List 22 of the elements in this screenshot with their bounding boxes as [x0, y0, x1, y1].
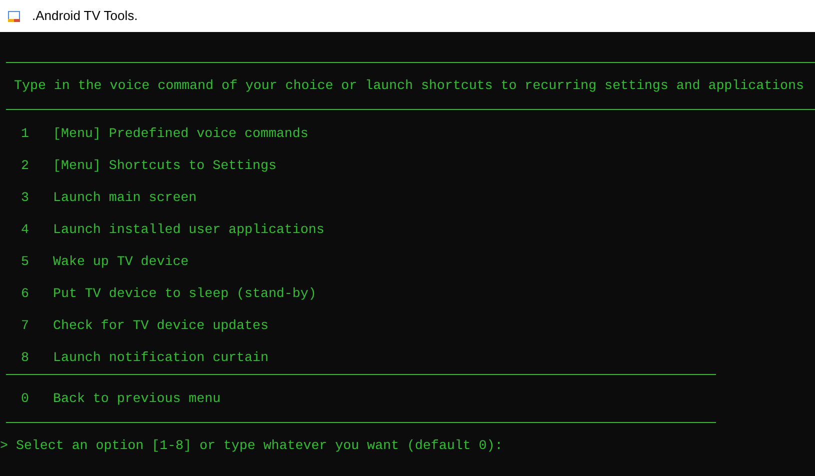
option-label: [Menu] Shortcuts to Settings	[53, 157, 276, 176]
option-label: Launch notification curtain	[53, 349, 268, 368]
option-number: 3	[21, 189, 30, 208]
header-text: Type in the voice command of your choice or launch shortcuts to recurring settings and applications	[14, 77, 804, 96]
option-number: 6	[21, 285, 30, 304]
option-number: 0	[21, 390, 30, 408]
option-number: 7	[21, 317, 30, 336]
option-number: 2	[21, 157, 30, 176]
window-title: .Android TV Tools.	[32, 7, 138, 26]
option-label: Back to previous menu	[53, 390, 221, 408]
option-label: [Menu] Predefined voice commands	[53, 125, 308, 144]
option-number: 8	[21, 349, 30, 368]
option-label: Check for TV device updates	[53, 317, 268, 336]
option-label: Put TV device to sleep (stand-by)	[53, 285, 316, 304]
input-prompt: > Select an option [1-8] or type whatever you want (default 0):	[0, 437, 503, 456]
option-number: 5	[21, 253, 30, 272]
option-number: 1	[21, 125, 30, 144]
option-label: Launch main screen	[53, 189, 197, 208]
option-number: 4	[21, 221, 30, 240]
option-label: Wake up TV device	[53, 253, 189, 272]
window-icon	[8, 10, 20, 22]
option-label: Launch installed user applications	[53, 221, 324, 240]
